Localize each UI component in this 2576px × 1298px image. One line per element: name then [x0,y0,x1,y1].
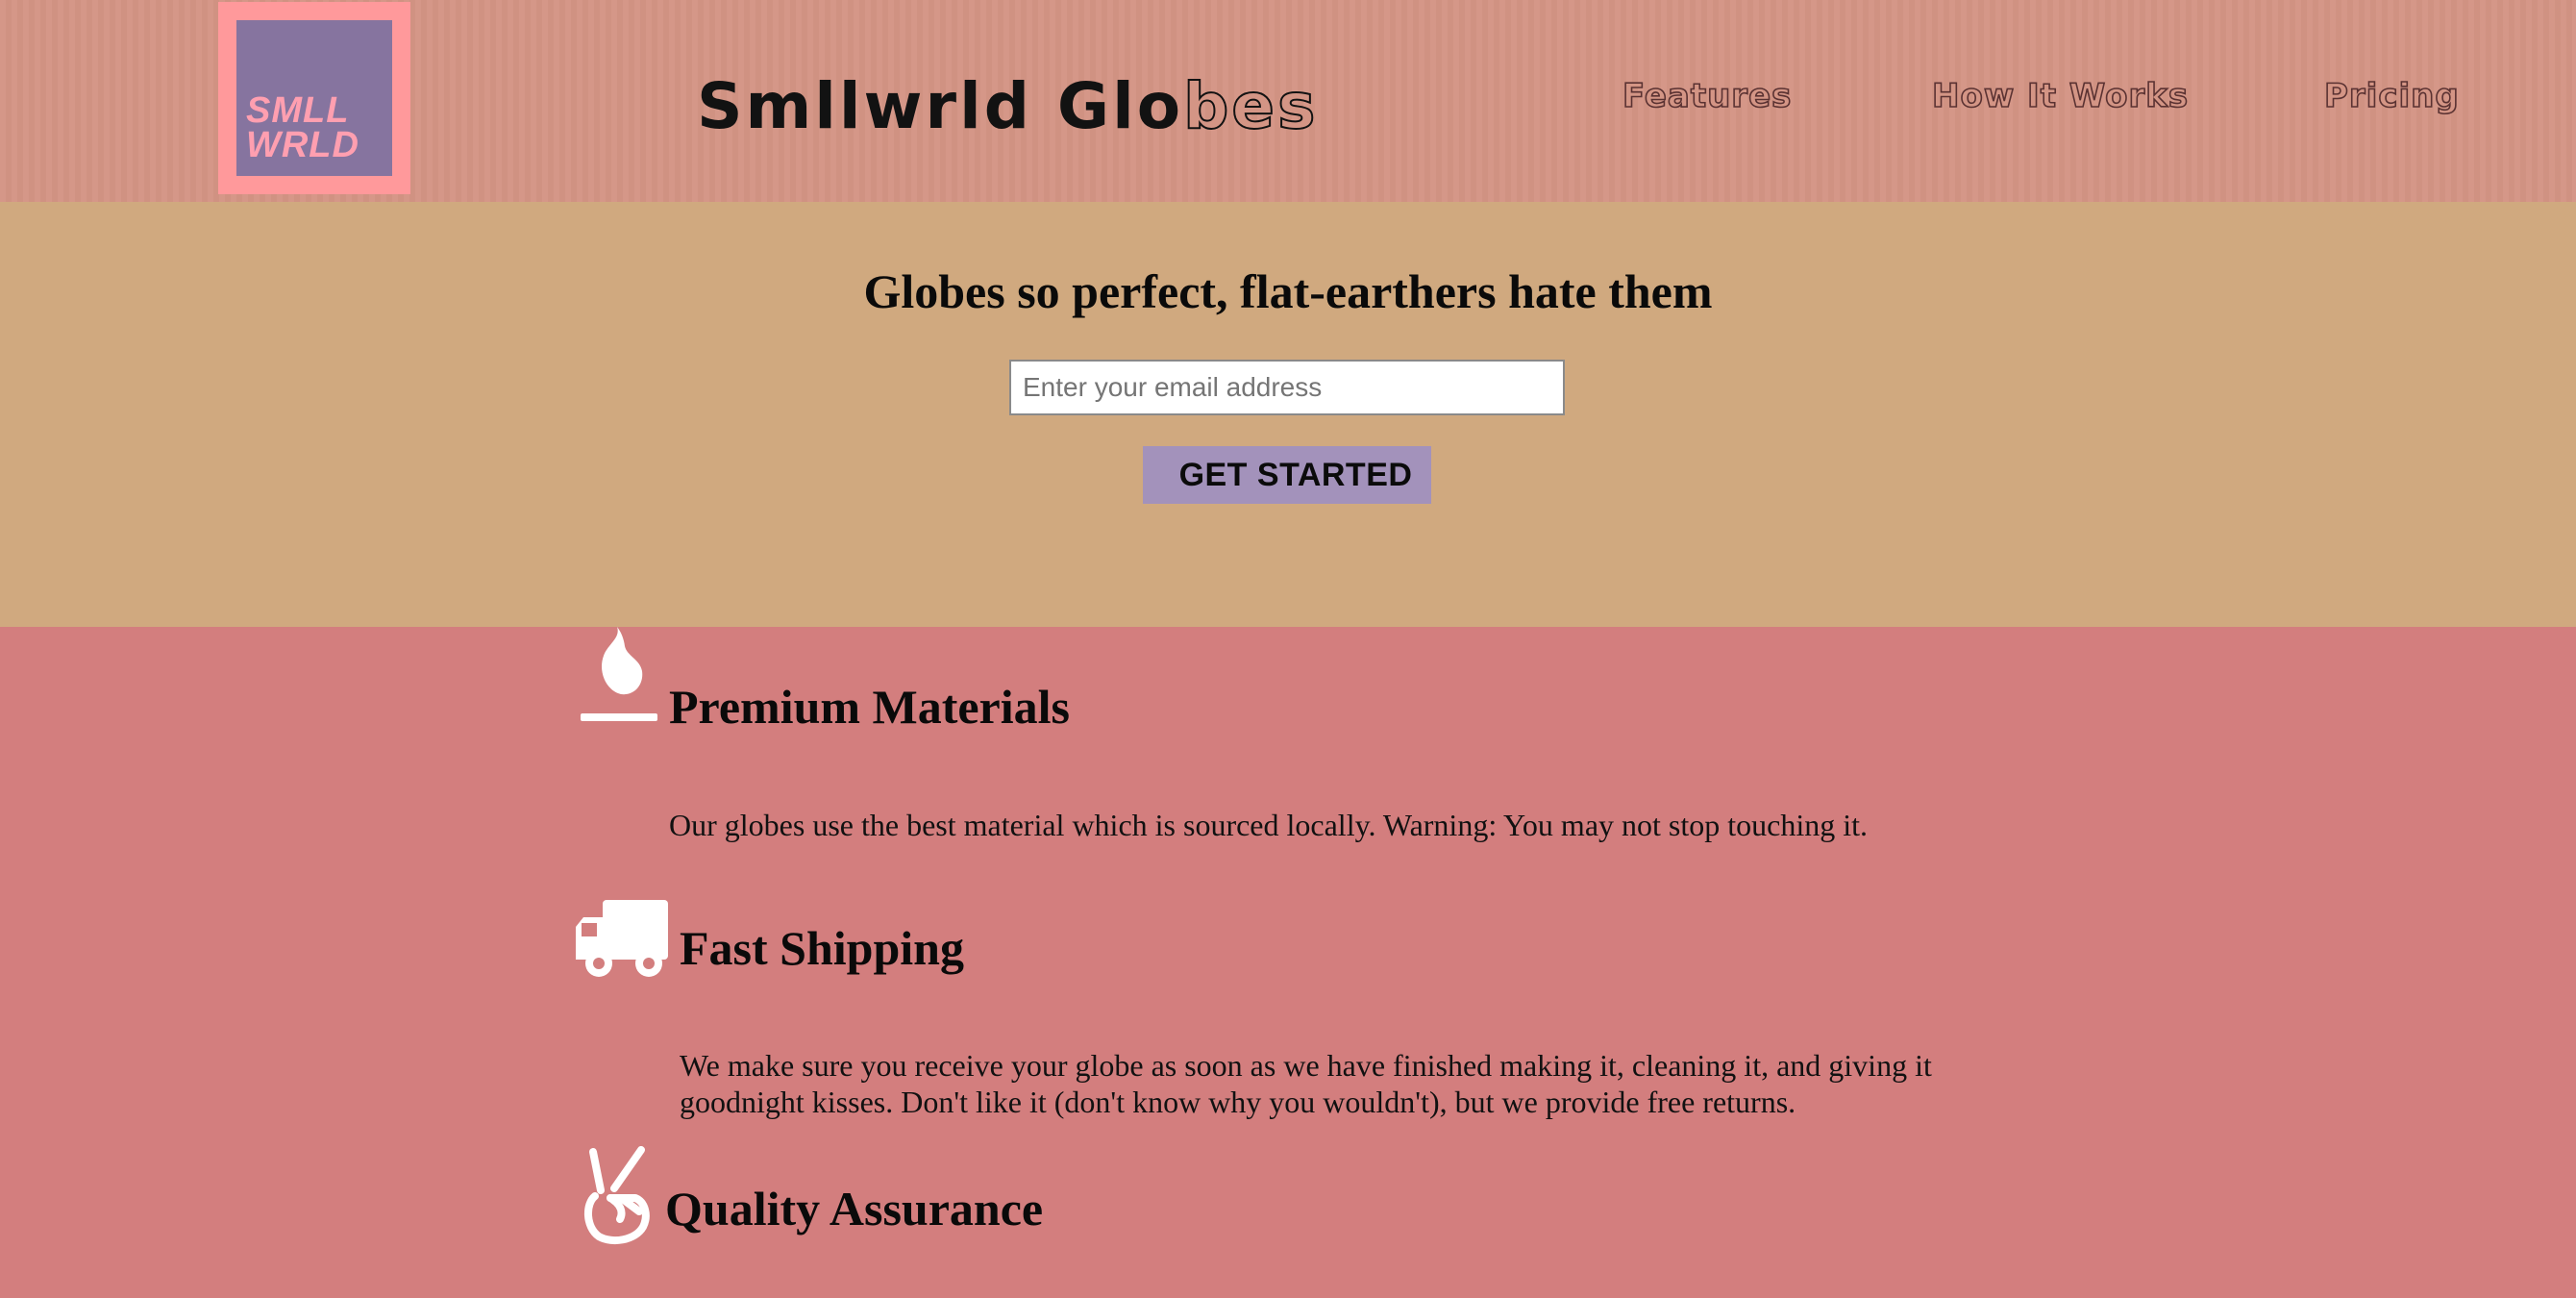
nav-link-how-it-works[interactable]: How It Works [1931,75,2189,117]
logo-text-line1: SMLL [246,90,350,131]
truck-icon [576,900,668,977]
nav-link-features[interactable]: Features [1622,75,1792,117]
feature-desc-fast-shipping: We make sure you receive your globe as s… [680,1048,1932,1119]
peace-hand-icon [584,1146,650,1245]
hero-section: Globes so perfect, flat-earthers hate th… [0,202,2576,627]
site-header: SMLL WRLD Smllwrld Globes Features How I… [0,0,2576,202]
logo-badge: SMLL WRLD [236,20,392,176]
brand-title-main: Smllwrld Glo [697,69,1184,143]
logo[interactable]: SMLL WRLD [218,2,410,194]
logo-text-line2: WRLD [246,125,359,165]
hero-title: Globes so perfect, flat-earthers hate th… [863,264,1713,318]
fire-icon [581,627,657,721]
brand-title: Smllwrld Globes [697,65,1318,148]
feature-title-fast-shipping: Fast Shipping [680,921,964,975]
nav-link-pricing[interactable]: Pricing [2323,75,2460,117]
get-started-button[interactable]: GET STARTED [1143,446,1431,504]
feature-desc-premium-materials: Our globes use the best material which i… [669,808,1869,842]
email-input[interactable] [1009,360,1565,415]
feature-title-premium-materials: Premium Materials [669,680,1070,734]
feature-title-quality-assurance: Quality Assurance [665,1182,1044,1236]
brand-title-outlined: bes [1182,68,1319,144]
